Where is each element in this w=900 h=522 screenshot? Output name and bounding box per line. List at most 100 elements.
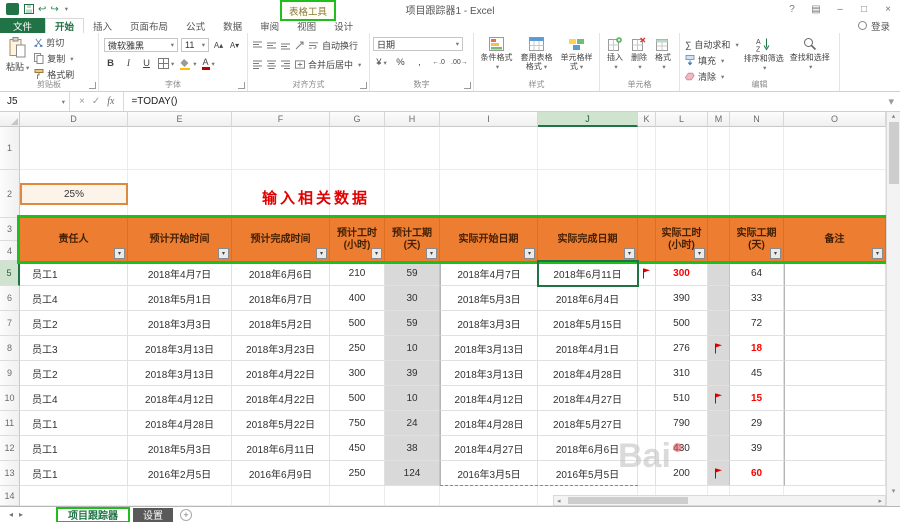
help-button[interactable]: ? bbox=[780, 0, 804, 18]
maximize-button[interactable]: □ bbox=[852, 0, 876, 18]
cell-flag_m[interactable] bbox=[708, 286, 730, 311]
row-header-7[interactable]: 7 bbox=[0, 311, 20, 336]
cell-act_hours[interactable]: 300 bbox=[656, 261, 708, 286]
cell-plan_days[interactable]: 10 bbox=[385, 386, 440, 411]
cell-plan_start[interactable]: 2018年5月3日 bbox=[128, 436, 232, 461]
formula-input[interactable]: =TODAY() bbox=[124, 92, 882, 111]
cell-act_start[interactable]: 2018年4月27日 bbox=[440, 436, 538, 461]
currency-button[interactable]: ¥▾ bbox=[375, 56, 388, 69]
italic-button[interactable]: I bbox=[122, 57, 135, 70]
column-header-H[interactable]: H bbox=[385, 112, 440, 127]
delete-cells-button[interactable]: 删除▾ bbox=[627, 35, 651, 74]
cut-button[interactable]: 剪切 bbox=[32, 35, 76, 50]
empty-cell[interactable] bbox=[20, 127, 128, 170]
align-right-icon[interactable] bbox=[281, 60, 291, 69]
table-header-cell[interactable]: 实际工时 (小时)▾ bbox=[656, 218, 708, 261]
sort-filter-button[interactable]: AZ 排序和筛选▾ bbox=[741, 35, 787, 75]
scroll-down-icon[interactable]: ▾ bbox=[892, 487, 896, 495]
cell-note[interactable] bbox=[784, 261, 886, 286]
row-header-8[interactable]: 8 bbox=[0, 336, 20, 361]
cell-flag_m[interactable] bbox=[708, 461, 730, 486]
borders-button[interactable]: ▾ bbox=[158, 57, 174, 70]
cell-act_end[interactable]: 2018年5月15日 bbox=[538, 311, 638, 336]
cell-plan_hours[interactable]: 250 bbox=[330, 336, 385, 361]
empty-cell[interactable] bbox=[385, 486, 440, 506]
formula-bar-expand-icon[interactable]: ▾ bbox=[882, 92, 900, 111]
qat-customize-icon[interactable]: ▾ bbox=[65, 5, 68, 13]
scroll-up-icon[interactable]: ▴ bbox=[892, 112, 896, 120]
cell-plan_end[interactable]: 2016年6月9日 bbox=[232, 461, 330, 486]
ribbon-display-options-button[interactable]: ▤ bbox=[804, 0, 828, 18]
fill-color-button[interactable]: ▾ bbox=[179, 57, 196, 70]
cell-plan_days[interactable]: 39 bbox=[385, 361, 440, 386]
cell-act_end[interactable]: 2018年4月28日 bbox=[538, 361, 638, 386]
cell-act_end[interactable]: 2018年4月1日 bbox=[538, 336, 638, 361]
filter-dropdown-button[interactable]: ▾ bbox=[694, 248, 705, 259]
table-header-cell[interactable] bbox=[638, 218, 656, 261]
cell-act_start[interactable]: 2018年4月28日 bbox=[440, 411, 538, 436]
cell-act_start[interactable]: 2018年3月13日 bbox=[440, 361, 538, 386]
percent-cell[interactable]: 25% bbox=[20, 183, 128, 205]
empty-cell[interactable] bbox=[708, 170, 730, 218]
autosum-button[interactable]: ∑ 自动求和▾ bbox=[683, 37, 741, 52]
cell-note[interactable] bbox=[784, 386, 886, 411]
cell-owner[interactable]: 员工2 bbox=[20, 361, 128, 386]
cell-plan_days[interactable]: 59 bbox=[385, 261, 440, 286]
cell-act_days[interactable]: 33 bbox=[730, 286, 784, 311]
cell-flag_m[interactable] bbox=[708, 261, 730, 286]
bold-button[interactable]: B bbox=[104, 57, 117, 70]
empty-cell[interactable] bbox=[656, 170, 708, 218]
cell-act_days[interactable]: 29 bbox=[730, 411, 784, 436]
empty-cell[interactable] bbox=[538, 127, 638, 170]
empty-cell[interactable] bbox=[232, 127, 330, 170]
comma-button[interactable]: , bbox=[413, 56, 426, 69]
horizontal-scroll-thumb[interactable] bbox=[568, 497, 688, 504]
minimize-button[interactable]: – bbox=[828, 0, 852, 18]
merge-center-button[interactable]: 合并后居中▾ bbox=[295, 58, 361, 71]
conditional-formatting-button[interactable]: 条件格式▾ bbox=[477, 35, 516, 74]
empty-cell[interactable] bbox=[708, 127, 730, 170]
cell-plan_end[interactable]: 2018年6月11日 bbox=[232, 436, 330, 461]
font-size-select[interactable]: 11▾ bbox=[181, 38, 209, 52]
align-top-icon[interactable] bbox=[253, 41, 263, 50]
name-box[interactable]: J5▾ bbox=[0, 92, 70, 111]
grow-font-button[interactable]: A▴ bbox=[212, 39, 225, 52]
cell-plan_start[interactable]: 2018年3月13日 bbox=[128, 361, 232, 386]
cell-act_start[interactable]: 2018年4月12日 bbox=[440, 386, 538, 411]
column-header-J[interactable]: J bbox=[538, 112, 638, 127]
align-middle-icon[interactable] bbox=[267, 41, 277, 50]
cell-plan_hours[interactable]: 400 bbox=[330, 286, 385, 311]
filter-dropdown-button[interactable]: ▾ bbox=[426, 248, 437, 259]
underline-button[interactable]: U bbox=[140, 57, 153, 70]
filter-dropdown-button[interactable]: ▾ bbox=[624, 248, 635, 259]
cell-plan_hours[interactable]: 210 bbox=[330, 261, 385, 286]
cell-note[interactable] bbox=[784, 286, 886, 311]
vertical-scroll-thumb[interactable] bbox=[889, 122, 899, 184]
cell-act_days[interactable]: 39 bbox=[730, 436, 784, 461]
empty-cell[interactable] bbox=[656, 127, 708, 170]
table-header-cell[interactable]: 备注▾ bbox=[784, 218, 886, 261]
cell-plan_start[interactable]: 2018年3月3日 bbox=[128, 311, 232, 336]
cell-act_days[interactable]: 15 bbox=[730, 386, 784, 411]
row-header-10[interactable]: 10 bbox=[0, 386, 20, 411]
format-cells-button[interactable]: 格式▾ bbox=[651, 35, 675, 74]
tab-formulas[interactable]: 公式 bbox=[177, 18, 214, 33]
cell-plan_start[interactable]: 2018年5月1日 bbox=[128, 286, 232, 311]
filter-dropdown-button[interactable]: ▾ bbox=[371, 248, 382, 259]
cell-styles-button[interactable]: 单元格样式▾ bbox=[557, 35, 596, 74]
cell-flag_m[interactable] bbox=[708, 336, 730, 361]
filter-dropdown-button[interactable]: ▾ bbox=[872, 248, 883, 259]
cell-flag_k[interactable] bbox=[638, 386, 656, 411]
prev-sheet-icon[interactable]: ◂ bbox=[9, 510, 13, 519]
cell-flag_m[interactable] bbox=[708, 311, 730, 336]
alignment-dialog-launcher[interactable] bbox=[360, 82, 367, 89]
row-header-4[interactable]: 4 bbox=[0, 241, 20, 261]
empty-cell[interactable] bbox=[440, 127, 538, 170]
cell-act_days[interactable]: 64 bbox=[730, 261, 784, 286]
orientation-icon[interactable] bbox=[295, 41, 305, 50]
empty-cell[interactable] bbox=[730, 127, 784, 170]
cancel-icon[interactable]: × bbox=[79, 96, 85, 107]
shrink-font-button[interactable]: A▾ bbox=[228, 39, 241, 52]
empty-cell[interactable] bbox=[638, 170, 656, 218]
fill-button[interactable]: 填充▾ bbox=[683, 53, 741, 68]
